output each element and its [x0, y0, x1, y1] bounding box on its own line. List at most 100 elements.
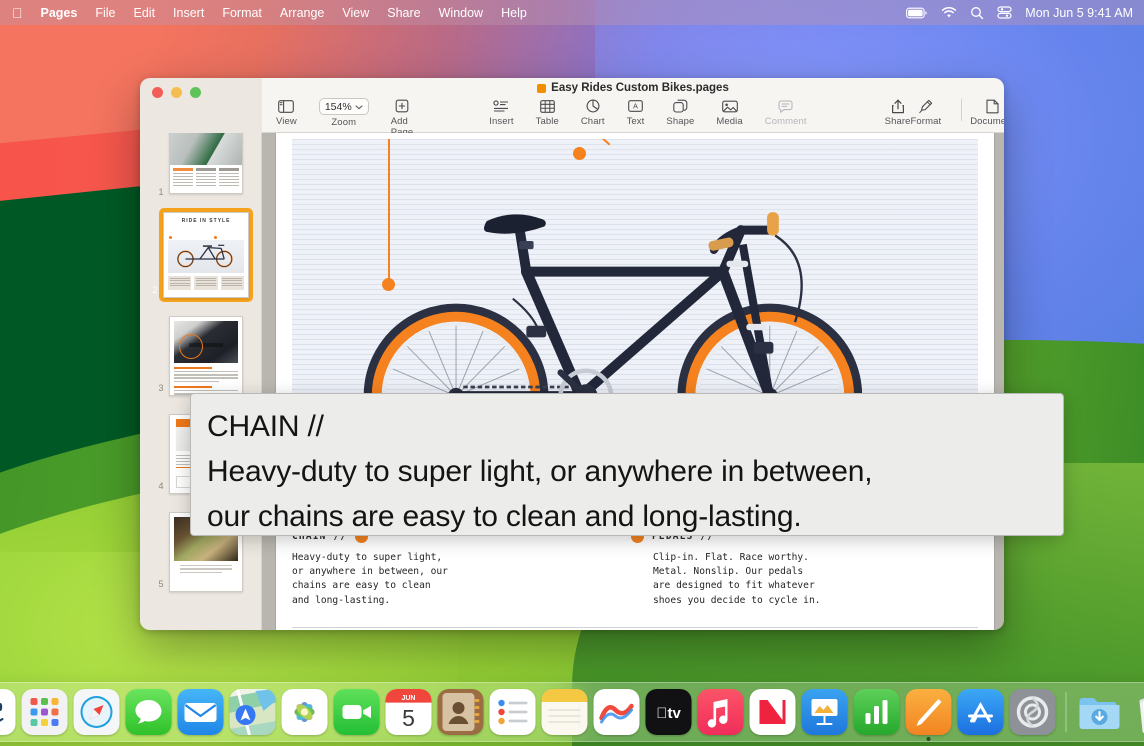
- comment-button[interactable]: Comment: [765, 98, 807, 127]
- text-label: Text: [627, 116, 645, 127]
- menu-item-help[interactable]: Help: [492, 6, 536, 20]
- menu-item-file[interactable]: File: [86, 6, 124, 20]
- menu-item-view[interactable]: View: [333, 6, 378, 20]
- format-button[interactable]: Format: [911, 98, 942, 127]
- toolbar-divider: [961, 99, 962, 121]
- page-thumbnail-2[interactable]: RIDE IN STYLE: [140, 203, 261, 307]
- dock-news[interactable]: [750, 689, 796, 735]
- zoom-popup[interactable]: 154% Zoom: [319, 98, 369, 138]
- dock-notes[interactable]: [542, 689, 588, 735]
- column-pedals[interactable]: PEDALS // Clip-in. Flat. Race worthy. Me…: [653, 530, 978, 622]
- menu-item-window[interactable]: Window: [430, 6, 492, 20]
- maps-icon: [230, 689, 276, 735]
- thumbnail-preview-1: BIKES: [169, 133, 243, 194]
- dock-tv[interactable]: tv: [646, 689, 692, 735]
- music-icon: [698, 689, 744, 735]
- insert-label: Insert: [489, 116, 513, 127]
- menu-item-format[interactable]: Format: [213, 6, 271, 20]
- minimize-button[interactable]: [171, 87, 182, 98]
- pages-window[interactable]: Easy Rides Custom Bikes.pages View 154%: [140, 78, 1004, 630]
- insert-button[interactable]: Insert: [489, 98, 513, 127]
- chart-button[interactable]: Chart: [581, 98, 605, 127]
- dock-contacts[interactable]: [438, 689, 484, 735]
- table-button[interactable]: Table: [536, 98, 559, 127]
- callout-leader-line-chain: [388, 139, 390, 285]
- dock-keynote[interactable]: [802, 689, 848, 735]
- document-page[interactable]: CHAIN // Heavy-duty to super light, or a…: [276, 133, 994, 630]
- dock-maps[interactable]: [230, 689, 276, 735]
- menu-item-edit[interactable]: Edit: [125, 6, 165, 20]
- search-icon[interactable]: [970, 6, 984, 20]
- calendar-month: JUN: [401, 695, 415, 702]
- text-button[interactable]: A Text: [627, 98, 645, 127]
- dock-messages[interactable]: [126, 689, 172, 735]
- magnified-line-3: our chains are easy to clean and long-la…: [207, 494, 1047, 536]
- safari-icon: [74, 689, 120, 735]
- view-label: View: [276, 116, 297, 127]
- document-icon: [986, 98, 999, 114]
- pages-icon: [906, 689, 952, 735]
- dock-numbers[interactable]: [854, 689, 900, 735]
- dock-freeform[interactable]: [594, 689, 640, 735]
- menu-item-arrange[interactable]: Arrange: [271, 6, 333, 20]
- document-text-columns[interactable]: CHAIN // Heavy-duty to super light, or a…: [292, 530, 978, 622]
- trash-icon: [1129, 689, 1144, 735]
- wifi-icon[interactable]: [941, 7, 957, 19]
- page-thumbnail-3[interactable]: 3: [140, 307, 261, 405]
- shape-label: Shape: [666, 116, 694, 127]
- dock-reminders[interactable]: [490, 689, 536, 735]
- magnified-line-1: CHAIN //: [207, 404, 1047, 449]
- dock[interactable]: JUN 5: [0, 682, 1144, 742]
- menu-item-share[interactable]: Share: [378, 6, 429, 20]
- zoom-value: 154%: [325, 101, 352, 113]
- add-page-button[interactable]: Add Page: [391, 98, 414, 138]
- share-button[interactable]: Share: [885, 98, 911, 127]
- comment-icon: [778, 98, 793, 114]
- shape-button[interactable]: Shape: [666, 98, 694, 127]
- column-chain[interactable]: CHAIN // Heavy-duty to super light, or a…: [292, 530, 617, 622]
- table-icon: [540, 98, 555, 114]
- dock-facetime[interactable]: [334, 689, 380, 735]
- dock-settings[interactable]: [1010, 689, 1056, 735]
- menubar-clock[interactable]: Mon Jun 5 9:41 AM: [1025, 6, 1133, 20]
- dock-calendar[interactable]: JUN 5: [386, 689, 432, 735]
- menu-item-pages[interactable]: Pages: [32, 6, 87, 20]
- numbers-icon: [854, 689, 900, 735]
- page-thumbnail-1[interactable]: BIKES 1: [140, 133, 261, 203]
- shape-icon: [673, 98, 688, 114]
- finder-icon: [0, 689, 16, 735]
- view-button[interactable]: View: [276, 98, 297, 138]
- column-divider-rule: [292, 627, 978, 628]
- dock-finder[interactable]: [0, 689, 16, 735]
- thumbnail-number-2: 2: [147, 285, 163, 295]
- calendar-icon: JUN 5: [386, 689, 432, 735]
- dock-pages[interactable]: [906, 689, 952, 735]
- dock-safari[interactable]: [74, 689, 120, 735]
- window-titlebar-left: [140, 78, 262, 133]
- dock-trash[interactable]: [1129, 689, 1144, 735]
- chevron-down-icon: [355, 101, 363, 113]
- battery-icon[interactable]: [906, 7, 928, 19]
- launchpad-icon: [22, 689, 68, 735]
- control-center-icon[interactable]: [997, 6, 1012, 19]
- close-button[interactable]: [152, 87, 163, 98]
- apple-logo-icon[interactable]: : [12, 6, 23, 20]
- zoom-button[interactable]: [190, 87, 201, 98]
- menu-item-insert[interactable]: Insert: [164, 6, 213, 20]
- dock-mail[interactable]: [178, 689, 224, 735]
- document-canvas[interactable]: CHAIN // Heavy-duty to super light, or a…: [262, 133, 1004, 630]
- dock-photos[interactable]: [282, 689, 328, 735]
- thumbnail-number-5: 5: [153, 579, 169, 589]
- page-thumbnails-sidebar[interactable]: BIKES 1 RIDE IN STYLE: [140, 133, 262, 630]
- document-button[interactable]: Document: [970, 98, 1004, 127]
- pages-toolbar: Easy Rides Custom Bikes.pages View 154%: [262, 78, 1004, 133]
- freeform-icon: [594, 689, 640, 735]
- media-button[interactable]: Media: [716, 98, 742, 127]
- dock-launchpad[interactable]: [22, 689, 68, 735]
- document-title[interactable]: Easy Rides Custom Bikes.pages: [551, 82, 729, 94]
- dock-music[interactable]: [698, 689, 744, 735]
- dock-downloads[interactable]: [1077, 689, 1123, 735]
- keynote-icon: [802, 689, 848, 735]
- dock-appstore[interactable]: [958, 689, 1004, 735]
- format-brush-icon: [918, 98, 933, 114]
